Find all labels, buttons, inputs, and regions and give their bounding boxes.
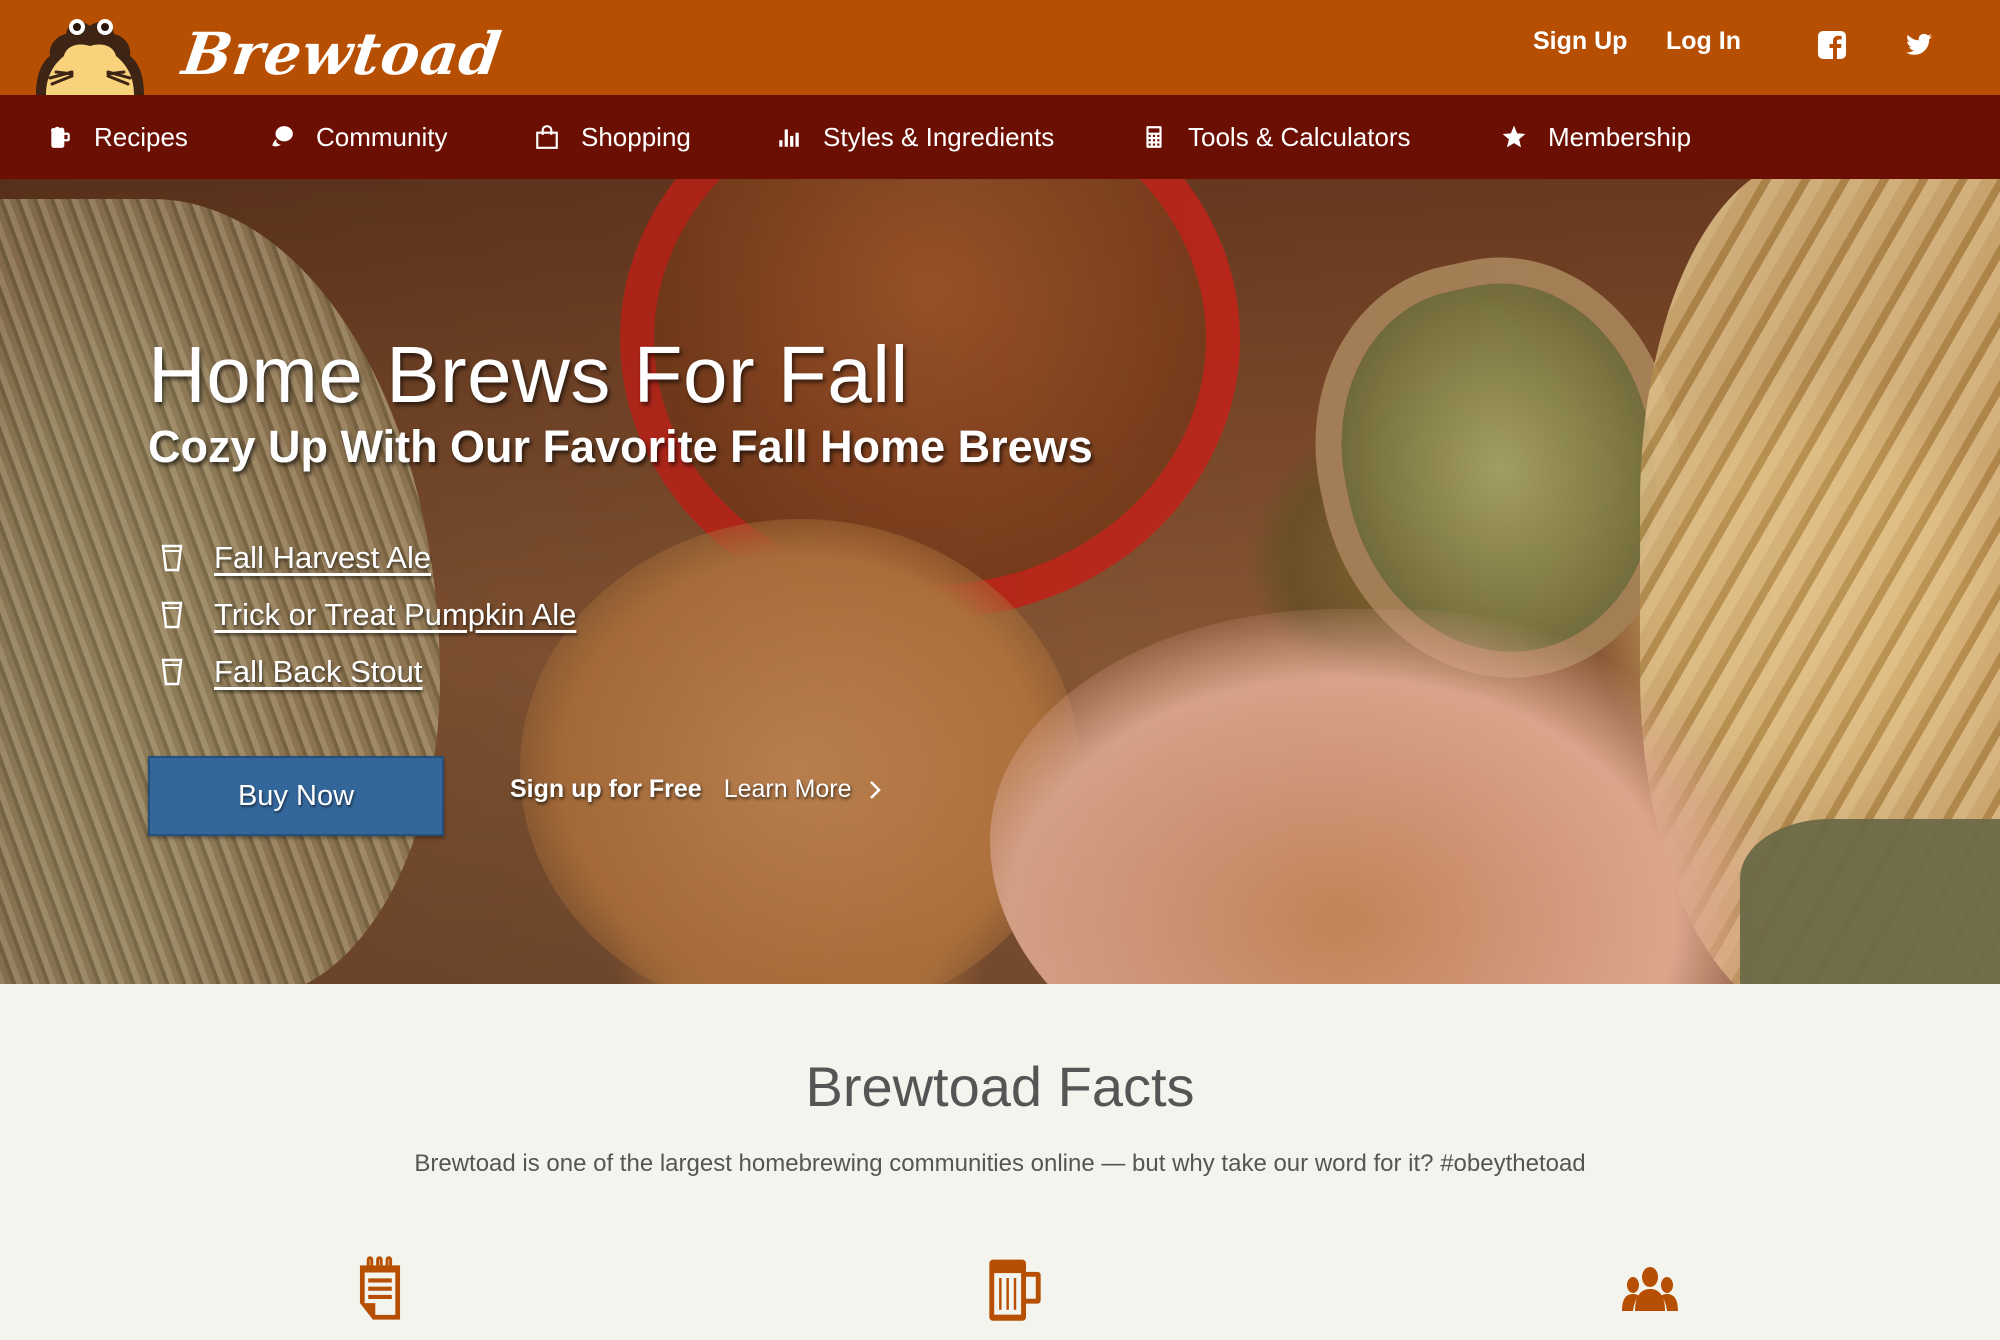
list-item: Trick or Treat Pumpkin Ale (160, 586, 576, 643)
facts-description: Brewtoad is one of the largest homebrewi… (414, 1150, 1586, 1177)
hero-title: Home Brews For Fall (148, 330, 909, 419)
nav-label: Tools & Calculators (1188, 121, 1411, 152)
nav-label: Shopping (581, 121, 691, 152)
main-nav: Recipes Community Shopping Styles & Ingr… (0, 95, 2000, 179)
calculator-icon (1140, 123, 1168, 151)
beer-mug-icon (985, 1256, 1045, 1322)
nav-label: Recipes (94, 121, 188, 152)
chevron-right-icon (869, 780, 881, 799)
nav-label: Styles & Ingredients (823, 121, 1055, 152)
facts-section: Brewtoad Facts Brewtoad is one of the la… (0, 984, 2000, 1340)
buy-now-button[interactable]: Buy Now (148, 756, 444, 836)
nav-label: Community (316, 121, 448, 152)
nav-item-tools-calculators[interactable]: Tools & Calculators (1140, 95, 1411, 179)
brewtoad-logo[interactable]: Brewtoad (28, 12, 506, 95)
list-item: Fall Back Stout (160, 643, 576, 700)
twitter-icon[interactable] (1905, 31, 1933, 59)
bar-chart-icon (775, 123, 803, 151)
star-icon (1500, 123, 1528, 151)
log-in-link[interactable]: Log In (1666, 27, 1741, 56)
hero-cta-links: Sign up for Free Learn More (510, 775, 882, 804)
facts-title: Brewtoad Facts (805, 1055, 1195, 1118)
brand-name: Brewtoad (178, 20, 506, 88)
learn-more-label: Learn More (723, 775, 852, 803)
beer-mug-icon (46, 123, 74, 151)
nav-label: Membership (1548, 121, 1692, 152)
brew-link-fall-harvest-ale[interactable]: Fall Harvest Ale (214, 540, 431, 576)
pint-glass-icon (161, 658, 183, 685)
top-header: Brewtoad Sign Up Log In (0, 0, 2000, 95)
list-item: Fall Harvest Ale (160, 529, 576, 586)
pint-glass-icon (161, 601, 183, 628)
learn-more-link[interactable]: Learn More (724, 775, 882, 804)
toad-mascot-icon (36, 19, 144, 95)
nav-item-membership[interactable]: Membership (1500, 95, 1691, 179)
hero-subtitle: Cozy Up With Our Favorite Fall Home Brew… (148, 421, 1093, 472)
nav-item-community[interactable]: Community (268, 95, 447, 179)
facebook-icon[interactable] (1818, 31, 1846, 59)
sign-up-free-link[interactable]: Sign up for Free (510, 775, 702, 804)
pint-glass-icon (161, 544, 183, 571)
nav-item-recipes[interactable]: Recipes (46, 95, 188, 179)
notepad-icon (350, 1256, 410, 1322)
hero-banner: Home Brews For Fall Cozy Up With Our Fav… (0, 179, 2000, 984)
brew-link-trick-or-treat-pumpkin-ale[interactable]: Trick or Treat Pumpkin Ale (214, 597, 576, 633)
featured-brews-list: Fall Harvest Ale Trick or Treat Pumpkin … (160, 529, 576, 700)
shopping-bag-icon (533, 123, 561, 151)
nav-item-shopping[interactable]: Shopping (533, 95, 691, 179)
chat-bubbles-icon (268, 123, 296, 151)
nav-item-styles-ingredients[interactable]: Styles & Ingredients (775, 95, 1054, 179)
sign-up-link[interactable]: Sign Up (1533, 27, 1627, 56)
people-group-icon (1620, 1256, 1680, 1322)
brew-link-fall-back-stout[interactable]: Fall Back Stout (214, 654, 422, 690)
